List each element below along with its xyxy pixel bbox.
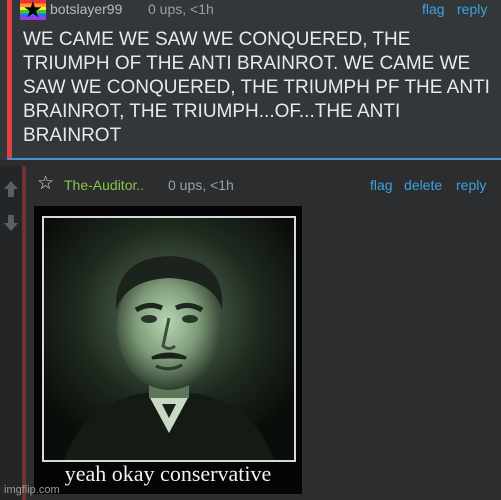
portrait-frame xyxy=(42,216,296,462)
comment-left-border xyxy=(7,0,12,160)
up-arrow-icon[interactable] xyxy=(1,178,21,200)
flag-link[interactable]: flag xyxy=(422,1,445,17)
delete-link[interactable]: delete xyxy=(404,177,442,193)
comment-meta: 0 ups, <1h xyxy=(168,177,234,193)
meme-caption: yeah okay conservative xyxy=(64,461,272,486)
down-arrow-icon[interactable] xyxy=(1,212,21,234)
portrait-illustration xyxy=(44,218,294,460)
meme-image[interactable]: yeah okay conservative xyxy=(34,206,302,494)
flag-link[interactable]: flag xyxy=(370,177,393,193)
comment-divider xyxy=(7,158,501,160)
imgflip-watermark: imgflip.com xyxy=(4,484,60,496)
reply-link[interactable]: reply xyxy=(456,177,486,193)
star-icon: ★ xyxy=(23,0,43,20)
comment-thread-line xyxy=(22,166,26,500)
comment-username[interactable]: botslayer99 xyxy=(50,1,122,17)
star-outline-icon: ☆ xyxy=(37,173,55,194)
reply-link[interactable]: reply xyxy=(457,1,487,17)
comment-body: WE CAME WE SAW WE CONQUERED, THE TRIUMPH… xyxy=(23,29,490,146)
user-avatar-rainbow-star[interactable]: ★ xyxy=(20,0,46,20)
comment-meta: 0 ups, <1h xyxy=(148,1,214,17)
comment-username[interactable]: The-Auditor.. xyxy=(64,177,144,193)
